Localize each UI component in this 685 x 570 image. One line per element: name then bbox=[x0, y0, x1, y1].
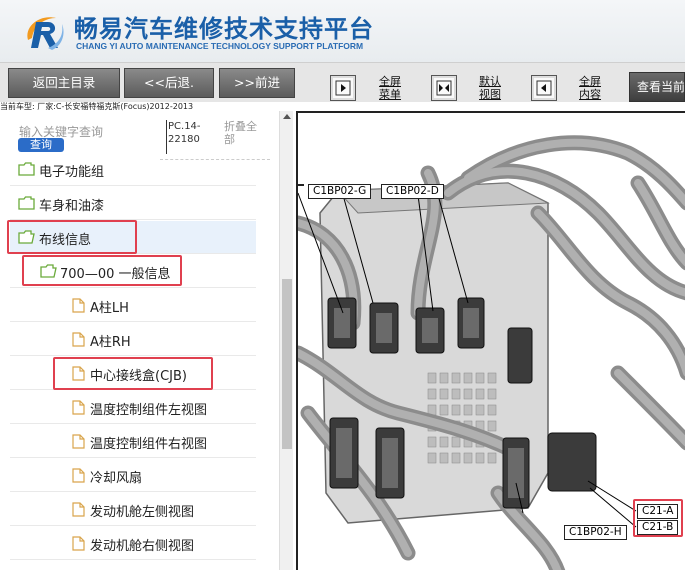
arrow-right-icon bbox=[335, 80, 351, 96]
fold-all-label-2: 部 bbox=[224, 133, 235, 146]
pc-divider bbox=[166, 120, 167, 154]
platform-logo-icon bbox=[27, 17, 64, 50]
tree-item-label: A柱RH bbox=[90, 335, 131, 350]
tree-item-label: 温度控制组件右视图 bbox=[90, 437, 208, 452]
scroll-up-arrow-icon[interactable] bbox=[283, 114, 291, 119]
back-button[interactable]: <<后退. bbox=[124, 68, 214, 98]
document-icon bbox=[72, 502, 85, 517]
callout-c1bp02-d: C1BP02-D bbox=[381, 184, 444, 199]
tree-item-electronic-function[interactable]: 电子功能组 bbox=[10, 153, 256, 186]
pc-code-line-2: 22180 bbox=[168, 134, 200, 145]
fullscreen-menu-link[interactable]: 全屏 菜单 bbox=[376, 75, 404, 101]
sidebar-tree: 输入关键字查询 查询 PC.14- 22180 折叠全 部 电子功能组 车身和油… bbox=[0, 111, 295, 570]
scroll-thumb[interactable] bbox=[282, 279, 292, 449]
fullscreen-menu-label-1: 全屏 bbox=[379, 75, 401, 88]
query-button[interactable]: 查询 bbox=[18, 138, 64, 152]
platform-title: 畅易汽车维修技术支持平台 bbox=[74, 15, 374, 43]
document-icon bbox=[72, 468, 85, 483]
tree-item-label: A柱LH bbox=[90, 301, 129, 316]
app-window: 畅易汽车维修技术支持平台 CHANG YI AUTO MAINTENANCE T… bbox=[0, 0, 685, 570]
tree-item-a-pillar-lh[interactable]: A柱LH bbox=[10, 289, 256, 322]
tree-item-label: 冷却风扇 bbox=[90, 471, 143, 486]
default-view-label-1: 默认 bbox=[479, 75, 501, 88]
tree-item-body-paint[interactable]: 车身和油漆 bbox=[10, 187, 256, 220]
toolbar: 返回主目录 <<后退. >>前进 全屏 菜单 默认 视图 全屏 内容 查看当前 bbox=[0, 62, 685, 102]
document-icon bbox=[72, 332, 85, 347]
pc-code: PC.14- 22180 bbox=[168, 120, 218, 146]
fold-all-label-1: 折叠全 bbox=[224, 120, 257, 133]
tree-item-temp-control-left[interactable]: 温度控制组件左视图 bbox=[10, 391, 256, 424]
platform-subtitle: CHANG YI AUTO MAINTENANCE TECHNOLOGY SUP… bbox=[76, 41, 364, 51]
fullscreen-content-label-1: 全屏 bbox=[579, 75, 601, 88]
tree-item-label: 电子功能组 bbox=[39, 165, 105, 180]
document-icon bbox=[72, 536, 85, 551]
tree-item-a-pillar-rh[interactable]: A柱RH bbox=[10, 323, 256, 356]
split-arrows-icon bbox=[436, 80, 452, 96]
header-banner: 畅易汽车维修技术支持平台 CHANG YI AUTO MAINTENANCE T… bbox=[0, 0, 685, 62]
highlight-box-general-info bbox=[22, 255, 182, 286]
sidebar-scrollbar[interactable] bbox=[279, 111, 293, 570]
tree-item-temp-control-right[interactable]: 温度控制组件右视图 bbox=[10, 425, 256, 458]
folder-icon bbox=[18, 162, 35, 176]
tree-item-engine-bay-right[interactable]: 发动机舱右侧视图 bbox=[10, 527, 256, 560]
view-current-button[interactable]: 查看当前 bbox=[629, 72, 685, 102]
fullscreen-content-label-2: 内容 bbox=[579, 88, 601, 101]
fullscreen-menu-button[interactable] bbox=[330, 75, 356, 101]
fullscreen-content-link[interactable]: 全屏 内容 bbox=[576, 75, 604, 101]
folder-icon bbox=[18, 196, 35, 210]
document-icon bbox=[72, 298, 85, 313]
tree-item-label: 温度控制组件左视图 bbox=[90, 403, 208, 418]
callout-c1bp02-h: C1BP02-H bbox=[564, 525, 627, 540]
diagram-viewer: C1BP02-G C1BP02-D C1BP02-H C21-A C21-B bbox=[296, 111, 685, 570]
tree-item-engine-bay-left[interactable]: 发动机舱左侧视图 bbox=[10, 493, 256, 526]
default-view-button[interactable] bbox=[431, 75, 457, 101]
forward-button[interactable]: >>前进 bbox=[219, 68, 295, 98]
fullscreen-content-button[interactable] bbox=[531, 75, 557, 101]
document-icon bbox=[72, 400, 85, 415]
back-to-main-button[interactable]: 返回主目录 bbox=[8, 68, 120, 98]
tree-item-label: 车身和油漆 bbox=[39, 199, 105, 214]
highlight-box-wiring-info bbox=[7, 220, 137, 254]
fullscreen-menu-label-2: 菜单 bbox=[379, 88, 401, 101]
highlight-box-cjb bbox=[53, 357, 213, 390]
tree-item-cooling-fan[interactable]: 冷却风扇 bbox=[10, 459, 256, 492]
highlight-box-c21 bbox=[633, 499, 683, 537]
callout-c1bp02-g: C1BP02-G bbox=[308, 184, 372, 199]
arrow-left-icon bbox=[536, 80, 552, 96]
document-icon bbox=[72, 434, 85, 449]
junction-box-diagram bbox=[298, 135, 685, 570]
callout-partial bbox=[298, 184, 304, 186]
tree-item-label: 发动机舱左侧视图 bbox=[90, 505, 195, 520]
default-view-link[interactable]: 默认 视图 bbox=[476, 75, 504, 101]
default-view-label-2: 视图 bbox=[479, 88, 501, 101]
tree-item-label: 发动机舱右侧视图 bbox=[90, 539, 195, 554]
fold-all-button[interactable]: 折叠全 部 bbox=[224, 120, 266, 146]
pc-code-line-1: PC.14- bbox=[168, 121, 201, 132]
